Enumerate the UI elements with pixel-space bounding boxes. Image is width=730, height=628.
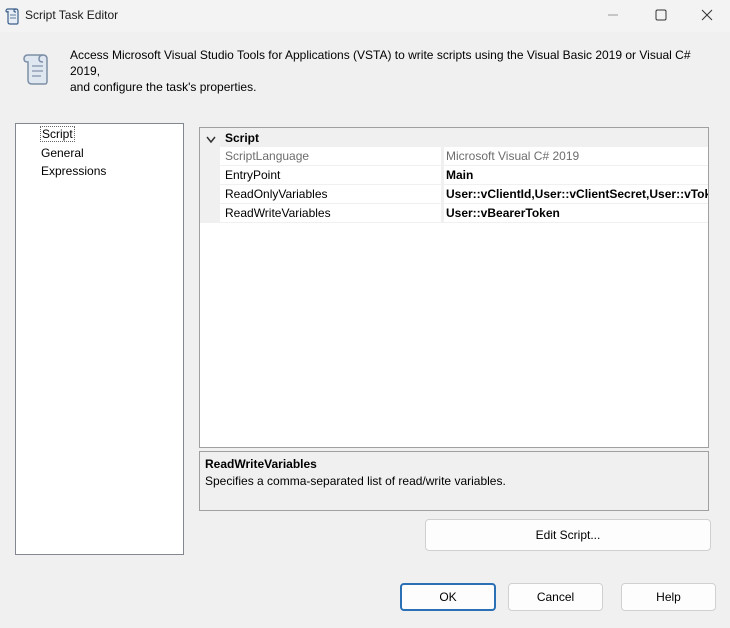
property-category-script[interactable]: Script	[200, 128, 708, 147]
maximize-icon	[655, 9, 667, 24]
ok-button[interactable]: OK	[400, 583, 496, 611]
maximize-button[interactable]	[638, 0, 684, 32]
property-grid[interactable]: Script ScriptLanguage Microsoft Visual C…	[199, 127, 709, 448]
property-description-panel: ReadWriteVariables Specifies a comma-sep…	[199, 451, 709, 511]
title-bar[interactable]: Script Task Editor	[0, 0, 730, 32]
header-line-1: Access Microsoft Visual Studio Tools for…	[70, 48, 691, 78]
cancel-button[interactable]: Cancel	[508, 583, 603, 611]
property-value[interactable]: User::vBearerToken	[444, 204, 708, 223]
script-scroll-icon	[20, 52, 50, 86]
header-line-2: and configure the task's properties.	[70, 80, 257, 94]
property-name: EntryPoint	[220, 166, 441, 185]
property-name: ReadWriteVariables	[220, 204, 441, 223]
page-navigation-list[interactable]: Script General Expressions	[15, 123, 184, 555]
close-button[interactable]	[684, 0, 730, 32]
description-title: ReadWriteVariables	[205, 457, 317, 471]
property-row-scriptlanguage[interactable]: ScriptLanguage Microsoft Visual C# 2019	[200, 147, 708, 166]
property-row-entrypoint[interactable]: EntryPoint Main	[200, 166, 708, 185]
property-value[interactable]: User::vClientId,User::vClientSecret,User…	[444, 185, 708, 204]
property-value[interactable]: Main	[444, 166, 708, 185]
property-name: ReadOnlyVariables	[220, 185, 441, 204]
edit-script-button[interactable]: Edit Script...	[425, 519, 711, 551]
window-title: Script Task Editor	[25, 8, 119, 22]
category-label: Script	[225, 131, 260, 145]
property-row-readonlyvariables[interactable]: ReadOnlyVariables User::vClientId,User::…	[200, 185, 708, 204]
minimize-icon	[608, 9, 618, 23]
header-description: Access Microsoft Visual Studio Tools for…	[70, 47, 720, 95]
property-name: ScriptLanguage	[220, 147, 441, 166]
nav-item-expressions[interactable]: Expressions	[40, 163, 107, 179]
nav-item-general[interactable]: General	[40, 145, 85, 161]
help-button[interactable]: Help	[621, 583, 716, 611]
nav-item-script[interactable]: Script	[40, 126, 75, 142]
property-value[interactable]: Microsoft Visual C# 2019	[444, 147, 708, 166]
chevron-down-icon[interactable]	[206, 133, 216, 144]
close-icon	[701, 9, 713, 24]
property-row-readwritevariables[interactable]: ReadWriteVariables User::vBearerToken	[200, 204, 708, 223]
description-text: Specifies a comma-separated list of read…	[205, 474, 506, 488]
script-scroll-icon	[4, 7, 20, 25]
minimize-button[interactable]	[590, 0, 636, 32]
